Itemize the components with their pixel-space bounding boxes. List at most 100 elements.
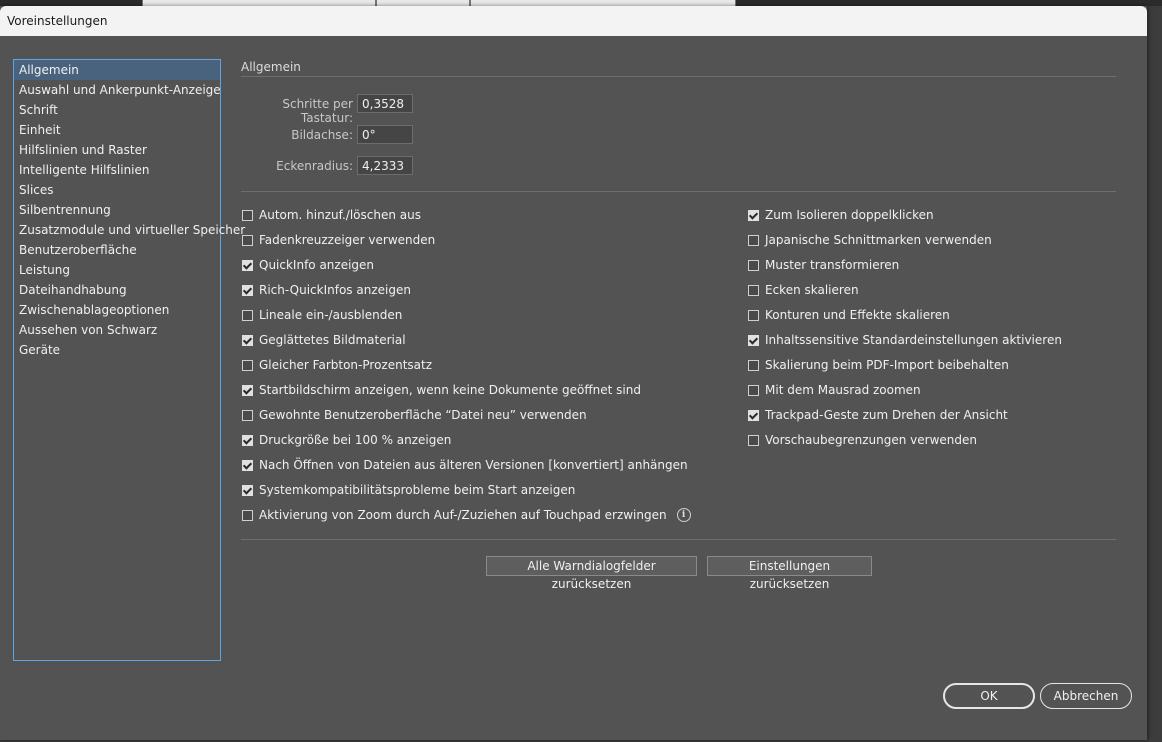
option-checkbox-row[interactable]: Skalierung beim PDF-Import beibehalten	[748, 358, 1009, 372]
constrain-angle-label: Bildachse:	[291, 128, 353, 142]
option-checkbox-row[interactable]: Ecken skalieren	[748, 283, 859, 297]
option-label: Druckgröße bei 100 % anzeigen	[259, 433, 452, 447]
title-bar[interactable]: Voreinstellungen	[0, 6, 1147, 36]
option-checkbox-row[interactable]: Konturen und Effekte skalieren	[748, 308, 950, 322]
checkbox[interactable]	[242, 259, 253, 271]
checkbox[interactable]	[748, 384, 759, 396]
sidebar-item[interactable]: Einheit	[14, 120, 220, 140]
option-checkbox-row[interactable]: Aktivierung von Zoom durch Auf-/Zuziehen…	[242, 508, 691, 522]
checkbox[interactable]	[748, 209, 759, 221]
checkbox[interactable]	[242, 284, 253, 296]
sidebar-item[interactable]: Zwischenablageoptionen	[14, 300, 220, 320]
ok-button[interactable]: OK	[943, 683, 1035, 709]
option-checkbox-row[interactable]: Startbildschirm anzeigen, wenn keine Dok…	[242, 383, 641, 397]
option-label: Mit dem Mausrad zoomen	[765, 383, 921, 397]
option-checkbox-row[interactable]: Lineale ein-/ausblenden	[242, 308, 402, 322]
checkbox[interactable]	[242, 359, 253, 371]
checkbox[interactable]	[242, 509, 253, 521]
option-label: Gewohnte Benutzeroberfläche “Datei neu” …	[259, 408, 587, 422]
option-checkbox-row[interactable]: Muster transformieren	[748, 258, 899, 272]
keyboard-increment-input[interactable]	[357, 94, 413, 113]
cancel-button[interactable]: Abbrechen	[1040, 683, 1132, 709]
option-checkbox-row[interactable]: Autom. hinzuf./löschen aus	[242, 208, 421, 222]
sidebar-item[interactable]: Benutzeroberfläche	[14, 240, 220, 260]
option-checkbox-row[interactable]: QuickInfo anzeigen	[242, 258, 374, 272]
option-checkbox-row[interactable]: Systemkompatibilitätsprobleme beim Start…	[242, 483, 575, 497]
option-label: Muster transformieren	[765, 258, 900, 272]
option-checkbox-row[interactable]: Zum Isolieren doppelklicken	[748, 208, 934, 222]
option-label: Inhaltssensitive Standardeinstellungen a…	[765, 333, 1062, 347]
sidebar-item[interactable]: Auswahl und Ankerpunkt-Anzeige	[14, 80, 221, 100]
sidebar-item[interactable]: Allgemein	[14, 60, 220, 80]
option-label: Trackpad-Geste zum Drehen der Ansicht	[765, 408, 1008, 422]
reset-warnings-button[interactable]: Alle Warndialogfelder zurücksetzen	[486, 556, 697, 591]
info-icon[interactable]: i	[676, 508, 691, 522]
option-checkbox-row[interactable]: Rich-QuickInfos anzeigen	[242, 283, 411, 297]
option-checkbox-row[interactable]: Fadenkreuzzeiger verwenden	[242, 233, 435, 247]
option-checkbox-row[interactable]: Mit dem Mausrad zoomen	[748, 383, 921, 397]
checkbox[interactable]	[242, 309, 253, 321]
checkbox[interactable]	[748, 359, 759, 371]
checkbox[interactable]	[242, 334, 253, 346]
checkbox[interactable]	[242, 234, 253, 246]
checkbox[interactable]	[242, 384, 253, 396]
option-label: Vorschaubegrenzungen verwenden	[765, 433, 977, 447]
options-divider	[241, 191, 1116, 192]
sidebar-item[interactable]: Geräte	[14, 340, 220, 360]
option-checkbox-row[interactable]: Vorschaubegrenzungen verwenden	[748, 433, 977, 447]
sidebar-item[interactable]: Slices	[14, 180, 220, 200]
option-label: Lineale ein-/ausblenden	[259, 308, 403, 322]
option-label: Aktivierung von Zoom durch Auf-/Zuziehen…	[259, 508, 667, 522]
option-label: Systemkompatibilitätsprobleme beim Start…	[259, 483, 576, 497]
sidebar-item[interactable]: Intelligente Hilfslinien	[14, 160, 220, 180]
option-label: Autom. hinzuf./löschen aus	[259, 208, 421, 222]
option-label: Ecken skalieren	[765, 283, 859, 297]
checkbox[interactable]	[242, 434, 253, 446]
corner-radius-input[interactable]	[357, 156, 413, 175]
window-title: Voreinstellungen	[7, 14, 108, 28]
checkbox[interactable]	[748, 234, 759, 246]
checkbox[interactable]	[748, 259, 759, 271]
sidebar-item[interactable]: Zusatzmodule und virtueller Speicher	[14, 220, 245, 240]
sidebar-item[interactable]: Leistung	[14, 260, 220, 280]
section-divider	[241, 76, 1116, 77]
reset-settings-button[interactable]: Einstellungen zurücksetzen	[707, 556, 872, 591]
option-checkbox-row[interactable]: Druckgröße bei 100 % anzeigen	[242, 433, 451, 447]
option-checkbox-row[interactable]: Japanische Schnittmarken verwenden	[748, 233, 992, 247]
option-label: Japanische Schnittmarken verwenden	[765, 233, 992, 247]
checkbox[interactable]	[242, 459, 253, 471]
preferences-dialog: Voreinstellungen Allgemein Auswahl und An…	[0, 6, 1148, 740]
option-label: Rich-QuickInfos anzeigen	[259, 283, 411, 297]
keyboard-increment-label: Schritte per Tastatur:	[282, 97, 353, 125]
sidebar-item[interactable]: Silbentrennung	[14, 200, 220, 220]
option-label: Startbildschirm anzeigen, wenn keine Dok…	[259, 383, 641, 397]
sidebar-item[interactable]: Dateihandhabung	[14, 280, 220, 300]
option-checkbox-row[interactable]: Trackpad-Geste zum Drehen der Ansicht	[748, 408, 1008, 422]
checkbox[interactable]	[748, 409, 759, 421]
option-label: Zum Isolieren doppelklicken	[765, 208, 934, 222]
checkbox[interactable]	[748, 334, 759, 346]
option-label: Konturen und Effekte skalieren	[765, 308, 950, 322]
option-checkbox-row[interactable]: Gleicher Farbton-Prozentsatz	[242, 358, 432, 372]
checkbox[interactable]	[242, 209, 253, 221]
corner-radius-label: Eckenradius:	[276, 159, 353, 173]
option-checkbox-row[interactable]: Inhaltssensitive Standardeinstellungen a…	[748, 333, 1062, 347]
option-checkbox-row[interactable]: Gewohnte Benutzeroberfläche “Datei neu” …	[242, 408, 587, 422]
option-checkbox-row[interactable]: Nach Öffnen von Dateien aus älteren Vers…	[242, 458, 688, 472]
checkbox[interactable]	[242, 409, 253, 421]
checkbox[interactable]	[748, 309, 759, 321]
option-label: Skalierung beim PDF-Import beibehalten	[765, 358, 1009, 372]
option-label: QuickInfo anzeigen	[259, 258, 375, 272]
category-list[interactable]: Allgemein Auswahl und Ankerpunkt-Anzeige S…	[13, 59, 245, 661]
buttons-divider	[241, 539, 1116, 540]
option-label: Gleicher Farbton-Prozentsatz	[259, 358, 433, 372]
sidebar-item[interactable]: Hilfslinien und Raster	[14, 140, 220, 160]
sidebar-item[interactable]: Aussehen von Schwarz	[14, 320, 220, 340]
section-title: Allgemein	[241, 60, 301, 74]
checkbox[interactable]	[748, 284, 759, 296]
checkbox[interactable]	[242, 484, 253, 496]
option-checkbox-row[interactable]: Geglättetes Bildmaterial	[242, 333, 406, 347]
constrain-angle-input[interactable]	[357, 125, 413, 144]
checkbox[interactable]	[748, 434, 759, 446]
sidebar-item[interactable]: Schrift	[14, 100, 220, 120]
